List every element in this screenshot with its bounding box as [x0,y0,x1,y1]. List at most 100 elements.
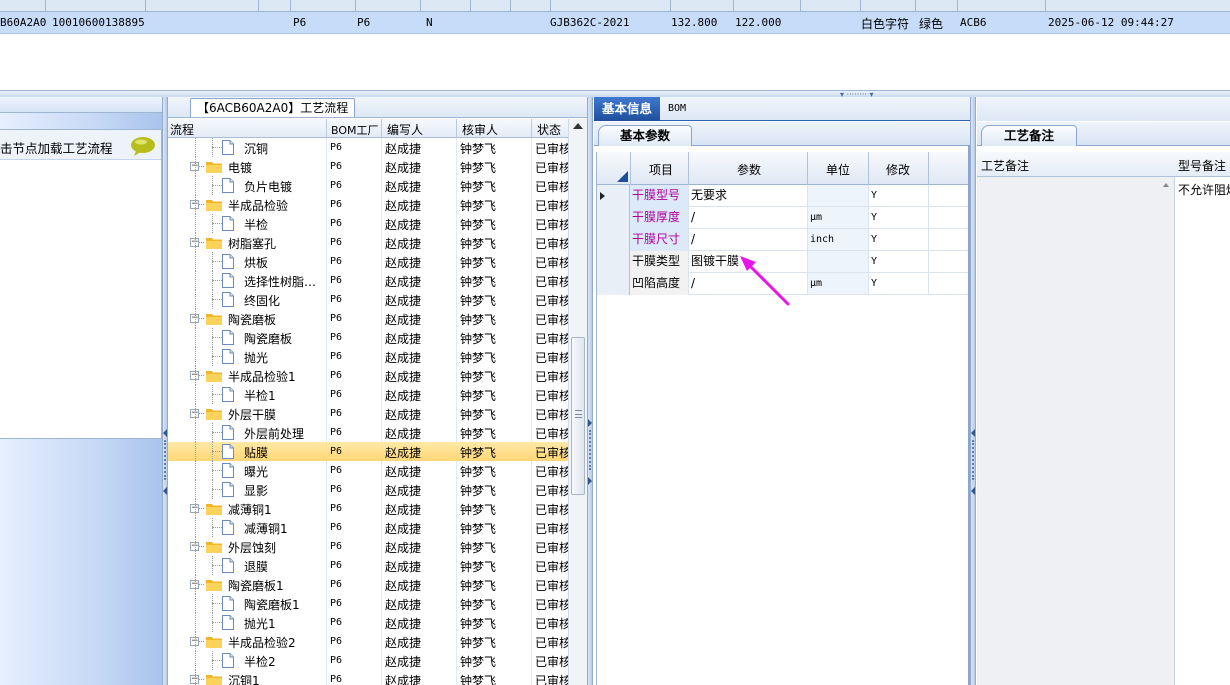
reviewer-cell: 钟梦飞 [460,598,497,612]
tab-process-flow[interactable]: 【6ACB60A2A0】工艺流程 [190,98,356,117]
col-bom[interactable]: BOM工厂 [331,122,379,138]
middle-vertical-splitter[interactable] [587,97,593,685]
bom-cell: P6 [330,351,343,362]
tree-row[interactable]: 半检 P6 赵成捷 钟梦飞 已审核 [168,214,568,233]
remark-scroll-up-icon[interactable] [1163,183,1169,187]
tree-row[interactable]: 抛光 P6 赵成捷 钟梦飞 已审核 [168,347,568,366]
tree-node-label: 电镀 [228,161,253,175]
tree-row[interactable]: 曝光 P6 赵成捷 钟梦飞 已审核 [168,461,568,480]
col-modify[interactable]: 修改 [886,161,910,178]
col-status[interactable]: 状态 [537,121,561,138]
tree-row[interactable]: 终固化 P6 赵成捷 钟梦飞 已审核 [168,290,568,309]
tree-row[interactable]: − 陶瓷磨板 P6 赵成捷 钟梦飞 已审核 [168,309,568,328]
remark-cell[interactable] [977,177,1175,685]
param-row[interactable]: 干膜尺寸 / inch Y [597,229,969,251]
writer-cell: 赵成捷 [385,332,422,346]
param-value[interactable]: 无要求 [691,185,727,206]
tree-row[interactable]: 半检2 P6 赵成捷 钟梦飞 已审核 [168,651,568,670]
bom-cell: P6 [330,560,343,571]
bom-cell: P6 [330,294,343,305]
row-header[interactable] [597,207,630,229]
col-unit[interactable]: 单位 [826,161,850,178]
horizontal-splitter[interactable] [0,90,1230,97]
bom-cell: P6 [330,598,343,609]
right-vertical-splitter[interactable] [970,97,976,685]
param-row[interactable]: 干膜型号 无要求 Y [597,185,969,207]
tree-node-label: 终固化 [244,294,281,308]
row-header[interactable] [597,229,630,251]
tree-row[interactable]: − 外层干膜 P6 赵成捷 钟梦飞 已审核 [168,404,568,423]
row-header[interactable] [597,251,630,273]
tree-row[interactable]: 抛光1 P6 赵成捷 钟梦飞 已审核 [168,613,568,632]
reviewer-cell: 钟梦飞 [460,256,497,270]
tree-row[interactable]: 退膜 P6 赵成捷 钟梦飞 已审核 [168,556,568,575]
scroll-up-arrow-icon[interactable] [573,123,583,129]
reviewer-cell: 钟梦飞 [460,522,497,536]
col-item[interactable]: 项目 [649,161,673,178]
param-row[interactable]: 干膜厚度 / μm Y [597,207,969,229]
bom-cell: P6 [330,161,343,172]
param-unit[interactable]: μm [808,207,868,228]
param-modify: Y [871,278,878,289]
tree-row[interactable]: 陶瓷磨板 P6 赵成捷 钟梦飞 已审核 [168,328,568,347]
tree-row[interactable]: − 外层蚀刻 P6 赵成捷 钟梦飞 已审核 [168,537,568,556]
tree-row[interactable]: − 减薄铜1 P6 赵成捷 钟梦飞 已审核 [168,499,568,518]
tree-vertical-scrollbar[interactable] [568,119,587,685]
param-unit[interactable] [808,251,868,272]
col-writer[interactable]: 编写人 [387,121,423,138]
param-value[interactable]: / [691,207,695,228]
param-unit[interactable]: inch [808,229,868,250]
tree-row[interactable]: 沉铜 P6 赵成捷 钟梦飞 已审核 [168,138,568,157]
top-grid-row-selected[interactable]: B60A2A0 10010600138895 P6 P6 N GJB362C-2… [0,12,1230,34]
tree-row[interactable]: 陶瓷磨板1 P6 赵成捷 钟梦飞 已审核 [168,594,568,613]
param-unit[interactable] [808,185,868,206]
col-flow[interactable]: 流程 [170,121,194,138]
tab-process-remarks[interactable]: 工艺备注 [981,125,1077,146]
tree-node-label: 半成品检验1 [228,370,296,384]
scrollbar-thumb[interactable] [571,337,585,495]
tree-row[interactable]: 外层前处理 P6 赵成捷 钟梦飞 已审核 [168,423,568,442]
writer-cell: 赵成捷 [385,370,422,384]
param-value[interactable]: / [691,273,695,294]
tree-row[interactable]: 半检1 P6 赵成捷 钟梦飞 已审核 [168,385,568,404]
tab-basic-info[interactable]: 基本信息 [594,97,660,121]
tree-row[interactable]: − 半成品检验 P6 赵成捷 钟梦飞 已审核 [168,195,568,214]
tab-bom[interactable]: BOM [668,103,686,114]
document-icon [222,216,234,231]
tree-row[interactable]: 负片电镀 P6 赵成捷 钟梦飞 已审核 [168,176,568,195]
tree-row[interactable]: 显影 P6 赵成捷 钟梦飞 已审核 [168,480,568,499]
model-remark-text: 不允许阻焊 [1178,183,1230,197]
param-unit[interactable]: μm [808,273,868,294]
tree-row[interactable]: 贴膜 P6 赵成捷 钟梦飞 已审核 [168,442,568,461]
tree-row[interactable]: − 半成品检验2 P6 赵成捷 钟梦飞 已审核 [168,632,568,651]
reviewer-cell: 钟梦飞 [460,541,497,555]
writer-cell: 赵成捷 [385,598,422,612]
col-model-remark[interactable]: 型号备注 [1178,157,1226,174]
tree-row[interactable]: − 陶瓷磨板1 P6 赵成捷 钟梦飞 已审核 [168,575,568,594]
col-param[interactable]: 参数 [737,161,761,178]
bom-cell: P6 [330,484,343,495]
tab-basic-params[interactable]: 基本参数 [598,125,692,146]
tree-node-label: 抛光 [244,351,269,365]
row-header[interactable] [597,185,630,207]
tree-row[interactable]: 减薄铜1 P6 赵成捷 钟梦飞 已审核 [168,518,568,537]
status-cell: 已审核 [535,275,568,289]
tree-row[interactable]: − 树脂塞孔 P6 赵成捷 钟梦飞 已审核 [168,233,568,252]
col-reviewer[interactable]: 核审人 [462,121,498,138]
col-remark[interactable]: 工艺备注 [981,157,1029,174]
tree-row[interactable]: 烘板 P6 赵成捷 钟梦飞 已审核 [168,252,568,271]
tree-row[interactable]: − 半成品检验1 P6 赵成捷 钟梦飞 已审核 [168,366,568,385]
document-icon [222,444,234,459]
reviewer-cell: 钟梦飞 [460,313,497,327]
status-cell: 已审核 [535,256,568,270]
param-value[interactable]: / [691,229,695,250]
row-header[interactable] [597,273,630,295]
remarks-grid-header: 工艺备注 型号备注 [977,152,1230,177]
tree-row[interactable]: 选择性树脂… P6 赵成捷 钟梦飞 已审核 [168,271,568,290]
param-value[interactable]: 图镀干膜 [691,251,739,272]
tree-row[interactable]: − 电镀 P6 赵成捷 钟梦飞 已审核 [168,157,568,176]
tree-row[interactable]: − 沉铜1 P6 赵成捷 钟梦飞 已审核 [168,670,568,685]
writer-cell: 赵成捷 [385,408,422,422]
document-icon [222,596,234,611]
folder-icon [206,504,222,515]
